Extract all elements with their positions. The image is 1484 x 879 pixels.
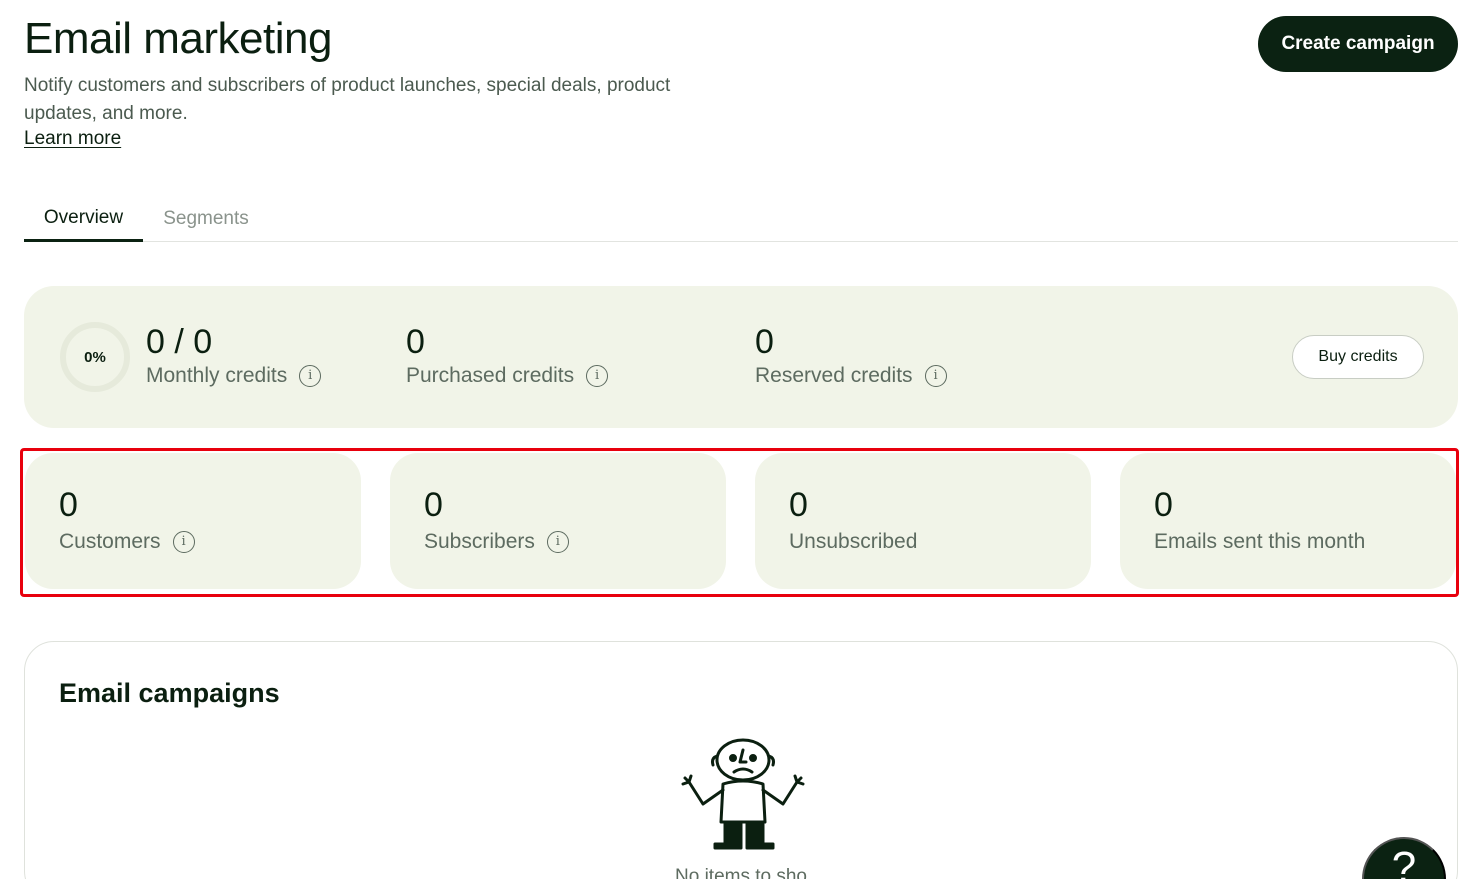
- reserved-credits-value: 0: [755, 323, 774, 361]
- page-subtitle: Notify customers and subscribers of prod…: [24, 75, 671, 124]
- email-campaigns-card: Email campaigns No items to sho: [24, 641, 1458, 879]
- reserved-credits-stat: 0 Reserved credits i: [755, 322, 947, 390]
- customers-label: Customers: [59, 530, 161, 553]
- unsubscribed-card: 0 Unsubscribed: [755, 453, 1091, 589]
- page-title: Email marketing: [24, 14, 332, 63]
- purchased-credits-label: Purchased credits: [406, 364, 575, 387]
- credits-progress-label: 0%: [84, 348, 106, 366]
- unsubscribed-label: Unsubscribed: [789, 530, 918, 553]
- info-icon[interactable]: i: [172, 531, 195, 553]
- emails-sent-card: 0 Emails sent this month: [1120, 453, 1456, 589]
- emails-sent-value: 0: [1154, 486, 1173, 524]
- customers-value: 0: [59, 486, 78, 524]
- subscribers-label: Subscribers: [424, 530, 535, 553]
- subscribers-value: 0: [424, 486, 443, 524]
- email-campaigns-title: Email campaigns: [59, 678, 280, 708]
- credits-progress-ring: 0%: [60, 322, 130, 392]
- monthly-credits-label: Monthly credits: [146, 364, 288, 387]
- info-icon[interactable]: i: [924, 365, 947, 387]
- reserved-credits-label: Reserved credits: [755, 364, 913, 387]
- tab-overview[interactable]: Overview: [24, 196, 143, 242]
- purchased-credits-stat: 0 Purchased credits i: [406, 322, 609, 390]
- credits-panel: 0% 0 / 0 Monthly credits i 0 Purchased c…: [24, 286, 1458, 428]
- shrugging-person-illustration: [681, 738, 805, 850]
- tab-bar: Overview Segments: [24, 196, 1458, 242]
- monthly-credits-stat: 0 / 0 Monthly credits i: [146, 322, 322, 390]
- buy-credits-button[interactable]: Buy credits: [1292, 335, 1424, 379]
- info-icon[interactable]: i: [299, 365, 322, 387]
- monthly-credits-value: 0 / 0: [146, 323, 213, 361]
- email-marketing-page: Email marketing Notify customers and sub…: [0, 0, 1484, 879]
- customers-card: 0 Customers i: [25, 453, 361, 589]
- unsubscribed-value: 0: [789, 486, 808, 524]
- tab-segments[interactable]: Segments: [143, 196, 269, 242]
- purchased-credits-value: 0: [406, 323, 425, 361]
- subscribers-card: 0 Subscribers i: [390, 453, 726, 589]
- emails-sent-label: Emails sent this month: [1154, 530, 1366, 553]
- learn-more-link[interactable]: Learn more: [24, 128, 121, 150]
- create-campaign-button[interactable]: Create campaign: [1258, 16, 1458, 72]
- info-icon[interactable]: i: [546, 531, 569, 553]
- empty-state-text: No items to sho: [675, 866, 807, 879]
- info-icon[interactable]: i: [586, 365, 609, 387]
